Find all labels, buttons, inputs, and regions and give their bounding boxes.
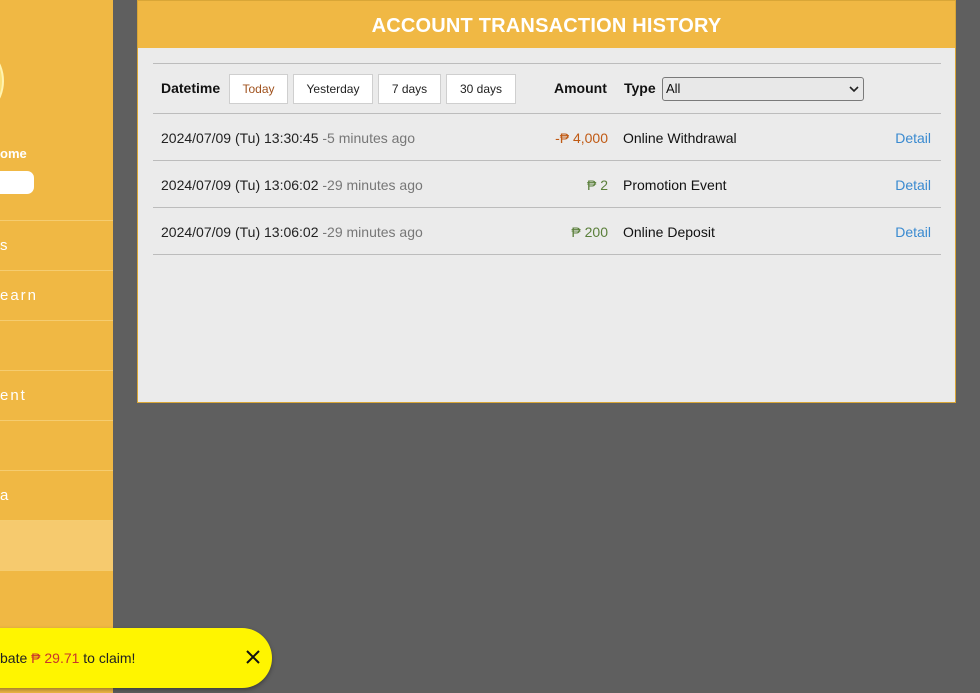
sidebar-item-2[interactable]: earn: [0, 270, 113, 320]
sidebar-menu: s earn ent a: [0, 220, 113, 620]
sidebar-item-8[interactable]: [0, 570, 113, 620]
filter-30days-button[interactable]: 30 days: [446, 74, 516, 104]
type-label: Type: [624, 80, 656, 96]
sidebar-item-7[interactable]: [0, 520, 113, 570]
username-pill: [0, 171, 34, 194]
page-title: ACCOUNT TRANSACTION HISTORY: [138, 1, 955, 48]
chevron-down-icon: [849, 78, 859, 108]
amount-label: Amount: [554, 80, 607, 96]
avatar: [0, 40, 4, 122]
tx-type: Online Deposit: [623, 224, 715, 240]
tx-datetime: 2024/07/09 (Tu) 13:30:45: [161, 130, 319, 146]
sidebar-item-3[interactable]: [0, 320, 113, 370]
sidebar-item-5[interactable]: [0, 420, 113, 470]
rebate-toast[interactable]: bate ₱ 29.71 to claim!: [0, 628, 272, 688]
filter-yesterday-button[interactable]: Yesterday: [293, 74, 373, 104]
toast-message: bate ₱ 29.71 to claim!: [0, 650, 135, 666]
filter-7days-button[interactable]: 7 days: [378, 74, 441, 104]
welcome-text: ome: [0, 146, 27, 161]
tx-amount: -₱ 4,000: [555, 130, 608, 146]
tx-amount: ₱ 2: [586, 177, 608, 193]
tx-ago: -29 minutes ago: [322, 224, 423, 240]
toast-suffix: to claim!: [79, 650, 136, 666]
tx-ago: -29 minutes ago: [322, 177, 423, 193]
transaction-table: Datetime Today Yesterday 7 days 30 days …: [153, 63, 941, 255]
tx-datetime: 2024/07/09 (Tu) 13:06:02: [161, 224, 319, 240]
sidebar: ome s earn ent a: [0, 0, 113, 693]
table-row: 2024/07/09 (Tu) 13:06:02 -29 minutes ago…: [153, 161, 941, 208]
type-select-value: All: [666, 81, 681, 96]
tx-type: Promotion Event: [623, 177, 727, 193]
type-select[interactable]: All: [662, 77, 864, 101]
sidebar-item-4[interactable]: ent: [0, 370, 113, 420]
tx-type: Online Withdrawal: [623, 130, 737, 146]
filter-row: Datetime Today Yesterday 7 days 30 days …: [153, 63, 941, 114]
table-row: 2024/07/09 (Tu) 13:06:02 -29 minutes ago…: [153, 208, 941, 255]
sidebar-item-6[interactable]: a: [0, 470, 113, 520]
detail-link[interactable]: Detail: [895, 177, 931, 193]
detail-link[interactable]: Detail: [895, 224, 931, 240]
detail-link[interactable]: Detail: [895, 130, 931, 146]
tx-ago: -5 minutes ago: [322, 130, 415, 146]
toast-amount: ₱ 29.71: [31, 650, 80, 666]
toast-prefix: bate: [0, 650, 32, 666]
table-row: 2024/07/09 (Tu) 13:30:45 -5 minutes ago …: [153, 114, 941, 161]
tx-datetime: 2024/07/09 (Tu) 13:06:02: [161, 177, 319, 193]
transaction-history-panel: ACCOUNT TRANSACTION HISTORY Datetime Tod…: [137, 0, 956, 403]
close-icon[interactable]: [243, 647, 263, 667]
datetime-label: Datetime: [161, 80, 221, 96]
filter-today-button[interactable]: Today: [229, 74, 288, 104]
sidebar-item-1[interactable]: s: [0, 220, 113, 270]
tx-amount: ₱ 200: [571, 224, 608, 240]
